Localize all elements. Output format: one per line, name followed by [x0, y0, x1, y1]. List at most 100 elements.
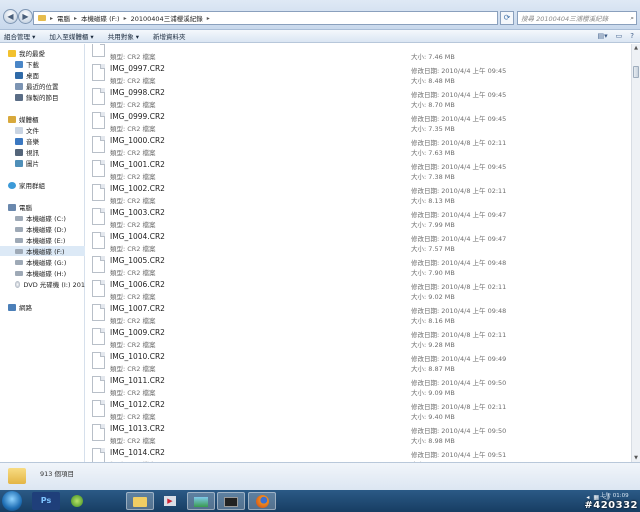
search-input[interactable]: 搜尋 20100404三浦櫻溪紀錄 ⌕	[517, 11, 637, 25]
nav-label: 本機磁碟 (E:)	[26, 237, 66, 245]
recorded-tv-icon	[15, 93, 23, 101]
file-row[interactable]: IMG_1013.CR2 類型: CR2 檔案 修改日期: 2010/4/4 上午 …	[86, 421, 631, 445]
breadcrumb-current-folder[interactable]: 20100404三浦櫻溪紀錄	[131, 13, 203, 23]
file-row[interactable]: IMG_1000.CR2 類型: CR2 檔案 修改日期: 2010/4/8 上午 …	[86, 133, 631, 157]
file-row[interactable]: IMG_1002.CR2 類型: CR2 檔案 修改日期: 2010/4/8 上午 …	[86, 181, 631, 205]
file-size: 大小: 8.13 MB	[411, 197, 455, 205]
start-orb-icon[interactable]	[2, 491, 22, 511]
file-row[interactable]: IMG_1011.CR2 類型: CR2 檔案 修改日期: 2010/4/4 上午 …	[86, 373, 631, 397]
nav-dvd-drive[interactable]: DVD 光碟機 (I:) 201	[15, 279, 85, 289]
music-icon	[15, 137, 23, 145]
drive-icon	[15, 237, 23, 243]
file-type: 類型: CR2 檔案	[110, 341, 156, 349]
file-type: 類型: CR2 檔案	[110, 245, 156, 253]
file-type: 類型: CR2 檔案	[110, 53, 156, 61]
refresh-button[interactable]: ⟳	[500, 11, 514, 25]
file-type: 類型: CR2 檔案	[110, 221, 156, 229]
breadcrumb-computer[interactable]: 電腦	[57, 13, 70, 23]
file-date: 修改日期: 2010/4/4 上午 09:51	[411, 451, 507, 459]
file-date: 修改日期: 2010/4/8 上午 02:11	[411, 331, 507, 339]
vertical-scrollbar[interactable]: ▲ ▼	[631, 44, 640, 462]
folder-icon	[38, 15, 46, 21]
file-row[interactable]: IMG_0999.CR2 類型: CR2 檔案 修改日期: 2010/4/4 上午 …	[86, 109, 631, 133]
breadcrumb-separator-icon: ▸	[123, 14, 127, 22]
file-row[interactable]: IMG_1006.CR2 類型: CR2 檔案 修改日期: 2010/4/8 上午 …	[86, 277, 631, 301]
file-row[interactable]: IMG_1005.CR2 類型: CR2 檔案 修改日期: 2010/4/4 上午 …	[86, 253, 631, 277]
nav-drive-f[interactable]: 本機磁碟 (F:)	[0, 246, 85, 256]
share-with-menu[interactable]: 共用對象 ▾	[108, 31, 139, 41]
file-name: IMG_0997.CR2	[110, 64, 165, 73]
file-row[interactable]: IMG_1010.CR2 類型: CR2 檔案 修改日期: 2010/4/4 上午 …	[86, 349, 631, 373]
star-icon	[8, 49, 16, 57]
breadcrumb[interactable]: ▸ 電腦 ▸ 本機磁碟 (F:) ▸ 20100404三浦櫻溪紀錄 ▸	[33, 11, 498, 25]
nav-homegroup[interactable]: 家用群組	[8, 180, 92, 190]
network-game-icon[interactable]	[187, 492, 215, 510]
clock[interactable]: 上午 01:09	[600, 493, 629, 500]
drive-icon	[15, 215, 23, 221]
nav-label: 視訊	[26, 149, 39, 157]
new-folder-button[interactable]: 新增資料夾	[153, 31, 186, 41]
file-row[interactable]: IMG_1007.CR2 類型: CR2 檔案 修改日期: 2010/4/4 上午 …	[86, 301, 631, 325]
scroll-down-icon[interactable]: ▼	[632, 454, 640, 462]
nav-label: 桌面	[26, 72, 39, 80]
file-row[interactable]: IMG_1004.CR2 類型: CR2 檔案 修改日期: 2010/4/4 上午 …	[86, 229, 631, 253]
file-row[interactable]: IMG_1009.CR2 類型: CR2 檔案 修改日期: 2010/4/8 上午 …	[86, 325, 631, 349]
file-type: 類型: CR2 檔案	[110, 413, 156, 421]
file-size: 大小: 7.46 MB	[411, 53, 455, 61]
forward-button[interactable]: ▶	[18, 9, 33, 24]
nav-libraries[interactable]: 媒體櫃	[8, 114, 92, 124]
file-row[interactable]: IMG_1014.CR2類型: CR2 檔案修改日期: 2010/4/4 上午 …	[86, 445, 631, 462]
file-row[interactable]: 類型: CR2 檔案 大小: 7.46 MB	[86, 44, 631, 61]
file-row[interactable]: IMG_1012.CR2 類型: CR2 檔案 修改日期: 2010/4/8 上午 …	[86, 397, 631, 421]
firefox-icon[interactable]	[248, 492, 276, 510]
file-list: 類型: CR2 檔案 大小: 7.46 MB IMG_0997.CR2 類型: CR2…	[86, 44, 631, 462]
media-player-icon[interactable]: ▶	[156, 492, 184, 510]
documents-icon	[15, 126, 23, 134]
nav-favorites[interactable]: 我的最愛	[8, 48, 92, 58]
preview-pane-icon[interactable]: ▭	[616, 32, 623, 40]
details-pane: 913 個項目	[0, 462, 640, 490]
file-date: 修改日期: 2010/4/8 上午 02:11	[411, 187, 507, 195]
back-button[interactable]: ◀	[3, 9, 18, 24]
navigation-pane: 我的最愛 下載 桌面 最近的位置 錄製的節目 媒體櫃 文件 音樂 視訊 圖片 家…	[0, 44, 85, 462]
file-row[interactable]: IMG_0998.CR2 類型: CR2 檔案 修改日期: 2010/4/4 上午 …	[86, 85, 631, 109]
scroll-thumb[interactable]	[633, 66, 639, 78]
file-type: 類型: CR2 檔案	[110, 77, 156, 85]
file-type: 類型: CR2 檔案	[110, 149, 156, 157]
nav-label: 下載	[26, 61, 39, 69]
file-name: IMG_1001.CR2	[110, 160, 165, 169]
file-row[interactable]: IMG_0997.CR2 類型: CR2 檔案 修改日期: 2010/4/4 上午 …	[86, 61, 631, 85]
file-type: 類型: CR2 檔案	[110, 125, 156, 133]
file-date: 修改日期: 2010/4/4 上午 09:48	[411, 259, 507, 267]
file-explorer-icon[interactable]	[126, 492, 154, 510]
file-name: IMG_1014.CR2	[110, 448, 165, 457]
file-name: IMG_1003.CR2	[110, 208, 165, 217]
nav-computer[interactable]: 電腦	[8, 202, 92, 212]
file-size: 大小: 7.38 MB	[411, 173, 455, 181]
file-date: 修改日期: 2010/4/4 上午 09:47	[411, 235, 507, 243]
file-row[interactable]: IMG_1003.CR2 類型: CR2 檔案 修改日期: 2010/4/4 上午 …	[86, 205, 631, 229]
file-size: 大小: 7.63 MB	[411, 149, 455, 157]
command-bar: 組合管理 ▾ 加入至媒體櫃 ▾ 共用對象 ▾ 新增資料夾 ▤▾ ▭ ?	[0, 30, 640, 43]
file-row[interactable]: IMG_1001.CR2 類型: CR2 檔案 修改日期: 2010/4/4 上午 …	[86, 157, 631, 181]
file-name: IMG_1006.CR2	[110, 280, 165, 289]
file-name: IMG_1009.CR2	[110, 328, 165, 337]
windows-media-player-icon[interactable]	[63, 492, 91, 510]
file-size: 大小: 7.35 MB	[411, 125, 455, 133]
breadcrumb-drive-f[interactable]: 本機磁碟 (F:)	[81, 13, 120, 23]
scroll-up-icon[interactable]: ▲	[632, 44, 640, 52]
file-date: 修改日期: 2010/4/4 上午 09:45	[411, 163, 507, 171]
nav-network[interactable]: 網路	[8, 302, 92, 312]
add-to-library-menu[interactable]: 加入至媒體櫃 ▾	[49, 31, 93, 41]
file-name: IMG_1012.CR2	[110, 400, 165, 409]
photoshop-icon[interactable]: Ps	[32, 492, 60, 510]
file-size: 大小: 8.48 MB	[411, 77, 455, 85]
view-options-icon[interactable]: ▤▾	[598, 32, 608, 40]
file-size: 大小: 7.99 MB	[411, 221, 455, 229]
organize-menu[interactable]: 組合管理 ▾	[4, 31, 35, 41]
help-icon[interactable]: ?	[630, 32, 634, 40]
file-date: 修改日期: 2010/4/4 上午 09:50	[411, 379, 507, 387]
photo-viewer-icon[interactable]	[217, 492, 245, 510]
nav-label: 電腦	[19, 204, 32, 212]
nav-label: 本機磁碟 (D:)	[26, 226, 67, 234]
